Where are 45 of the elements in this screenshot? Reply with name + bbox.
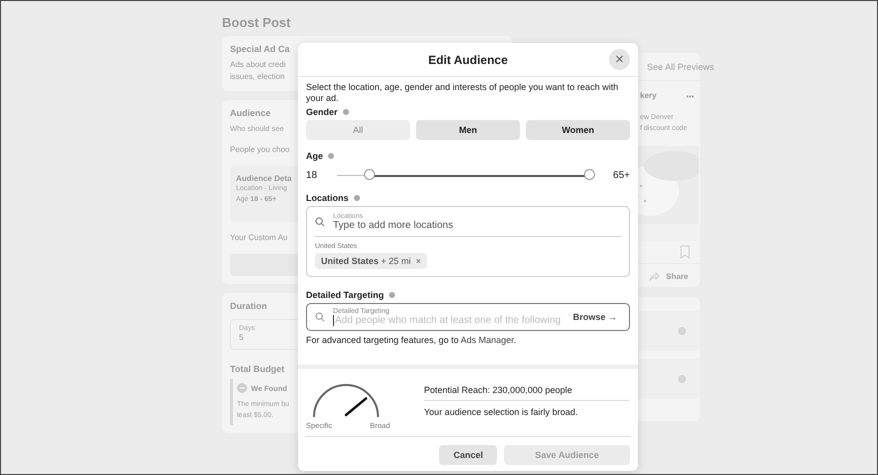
card-title: Duration	[230, 301, 267, 311]
reach-summary: Your audience selection is fairly broad.	[424, 406, 579, 419]
panel-title: Audience Deta	[236, 174, 292, 183]
age-slider[interactable]	[337, 169, 596, 182]
gender-label: Gender	[306, 107, 338, 117]
min-age: 18	[306, 170, 318, 181]
info-icon[interactable]	[354, 195, 360, 201]
ads-manager-link[interactable]: Ads Manager	[460, 335, 514, 345]
targeting-label: Detailed Targeting	[306, 290, 384, 300]
share-icon	[649, 272, 660, 281]
close-button[interactable]: ×	[609, 49, 630, 70]
advanced-note: For advanced targeting features, go to Ads Manager.	[306, 335, 518, 345]
info-icon[interactable]	[388, 292, 395, 298]
card-title: Audience	[230, 108, 271, 118]
dialog-title: Edit Audience	[428, 52, 508, 66]
info-icon[interactable]	[678, 375, 686, 383]
card-text: issues, election	[230, 71, 285, 83]
minus-icon	[237, 383, 247, 393]
card-text: People you choo	[230, 144, 290, 156]
info-icon[interactable]	[342, 109, 349, 115]
max-age: 65+	[613, 170, 630, 181]
locations-label: Locations	[306, 193, 349, 203]
search-icon	[315, 312, 325, 322]
card-title: Special Ad Ca	[230, 44, 290, 54]
card-title: Total Budget	[230, 364, 284, 374]
page-name: kery	[640, 91, 656, 102]
locations-field[interactable]: Type to add more locations	[333, 220, 621, 231]
dialog-button[interactable]: Cancel	[439, 445, 497, 465]
slider-thumb[interactable]	[364, 169, 376, 180]
gender-option[interactable]: Women	[526, 120, 630, 140]
remove-button[interactable]: ×	[416, 256, 422, 266]
gender-option[interactable]: Men	[416, 120, 520, 140]
slider-thumb[interactable]	[584, 169, 596, 180]
dialog-description: Select the location, age, gender and interests of people you want to reach with your ad.	[306, 82, 620, 104]
info-icon[interactable]	[328, 153, 334, 159]
location-chip[interactable]: United States + 25 mi ×	[315, 253, 428, 269]
card-text: Ads about credi	[230, 59, 286, 71]
info-icon[interactable]	[678, 327, 686, 335]
age-label: Age	[306, 151, 324, 161]
card-text: Your Custom Au	[230, 232, 288, 244]
browse-button[interactable]: Browse →	[568, 312, 621, 322]
potential-reach: Potential Reach: 230,000,000 people	[424, 381, 630, 401]
bookmark-icon[interactable]	[680, 245, 690, 259]
page-title: Boost Post	[222, 15, 291, 30]
search-icon	[315, 217, 325, 227]
